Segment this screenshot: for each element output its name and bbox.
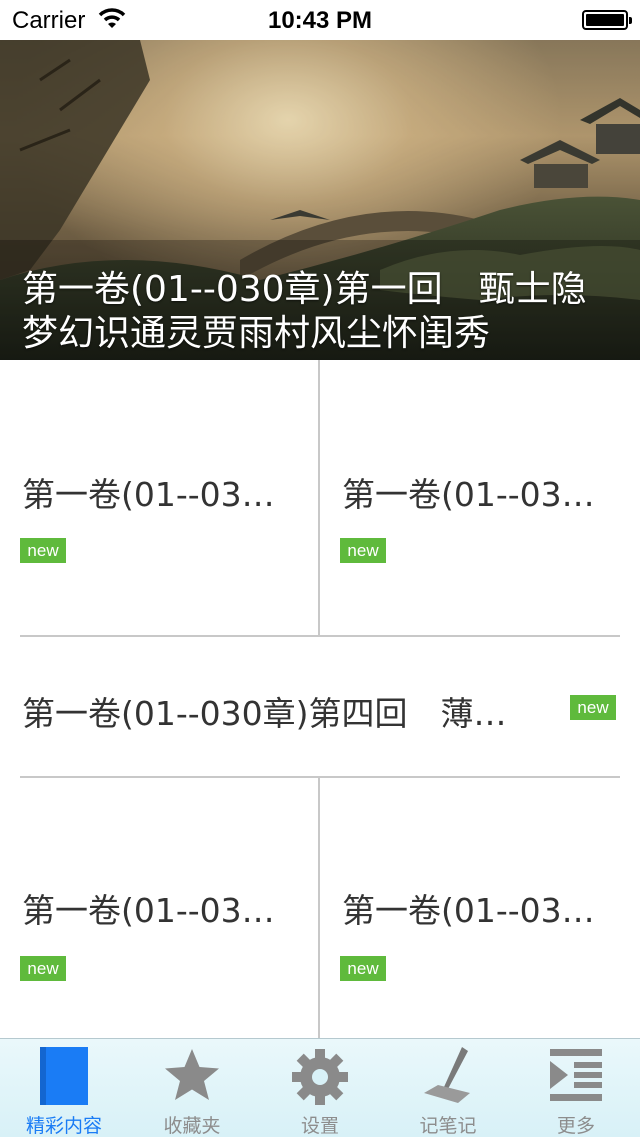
- chapter-title: 第一卷(01--03…: [342, 475, 595, 514]
- chapter-card[interactable]: 第一卷(01--03… new: [0, 360, 318, 636]
- chapter-row[interactable]: 第一卷(01--030章)第四回 薄… new: [0, 637, 640, 776]
- tab-label: 更多: [556, 1115, 595, 1137]
- tab-label: 设置: [300, 1115, 339, 1137]
- tab-label: 收藏夹: [163, 1115, 221, 1137]
- battery-icon: [582, 10, 632, 30]
- tab-label: 记笔记: [419, 1115, 477, 1137]
- chapter-card[interactable]: 第一卷(01--03… new: [320, 360, 640, 636]
- pen-icon: [424, 1047, 470, 1103]
- tab-notes[interactable]: 记笔记: [384, 1039, 512, 1137]
- tab-more[interactable]: 更多: [512, 1039, 640, 1137]
- banner-title: 第一卷(01--030章)第一回 甄士隐梦幻识通灵贾雨村风尘怀闺秀: [22, 269, 587, 354]
- new-badge: new: [340, 538, 386, 563]
- status-bar: Carrier 10:43 PM: [0, 0, 640, 40]
- status-time: 10:43 PM: [267, 7, 373, 34]
- list-icon: [550, 1049, 602, 1101]
- tab-featured[interactable]: 精彩内容: [0, 1039, 128, 1137]
- new-badge: new: [20, 956, 66, 981]
- new-badge: new: [340, 956, 386, 981]
- chapter-title: 第一卷(01--03…: [342, 891, 595, 930]
- featured-banner[interactable]: 第一卷(01--030章)第一回 甄士隐梦幻识通灵贾雨村风尘怀闺秀: [0, 40, 640, 360]
- chapter-title: 第一卷(01--03…: [22, 475, 275, 514]
- chapter-title: 第一卷(01--030章)第四回 薄…: [22, 694, 507, 733]
- new-badge: new: [20, 538, 66, 563]
- tab-label: 精彩内容: [25, 1115, 102, 1137]
- gear-icon: [292, 1049, 348, 1105]
- chapter-title: 第一卷(01--03…: [22, 891, 275, 930]
- book-icon: [40, 1047, 88, 1105]
- tab-settings[interactable]: 设置: [256, 1039, 384, 1137]
- tab-favorites[interactable]: 收藏夹: [128, 1039, 256, 1137]
- tab-bar: 精彩内容 收藏夹 设置 记笔记 更多: [0, 1038, 640, 1137]
- chapter-card[interactable]: 第一卷(01--03… new: [0, 778, 318, 1038]
- star-icon: [165, 1049, 219, 1100]
- chapter-card[interactable]: 第一卷(01--03… new: [320, 778, 640, 1038]
- new-badge: new: [570, 695, 616, 720]
